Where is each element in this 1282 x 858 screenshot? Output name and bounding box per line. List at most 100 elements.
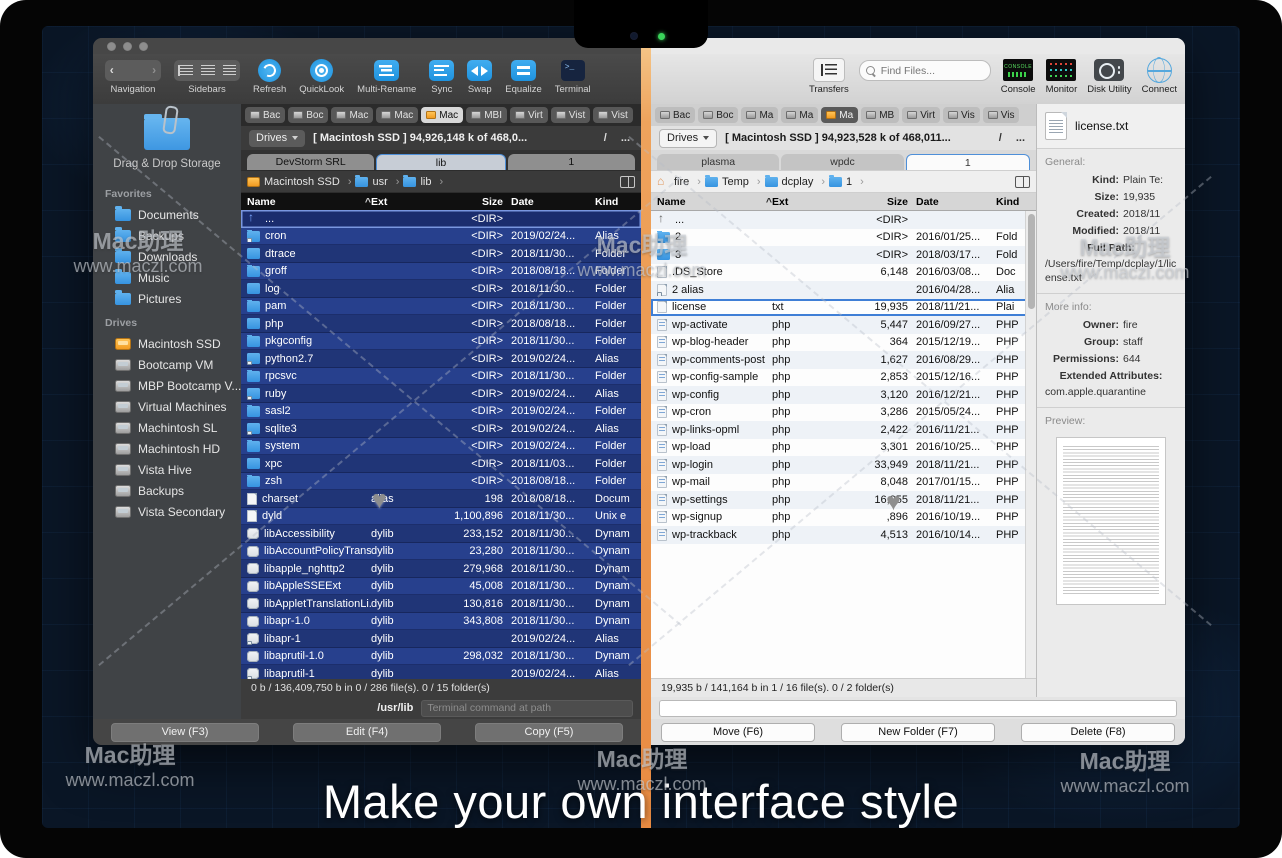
table-row[interactable]: log <DIR> 2018/11/30... Folder bbox=[241, 280, 641, 298]
drive-tab[interactable]: MBI bbox=[466, 107, 507, 123]
drive-tab[interactable]: Boc bbox=[698, 107, 738, 123]
breadcrumb-item[interactable]: 1 › bbox=[829, 176, 864, 188]
folder-tab[interactable]: 1 bbox=[906, 154, 1030, 170]
table-row[interactable]: libAccessibility dylib 233,152 2018/11/3… bbox=[241, 525, 641, 543]
table-row[interactable]: wp-signup php ,896 2016/10/19... PHP bbox=[651, 509, 1036, 527]
table-row[interactable]: wp-config php 3,120 2016/12/21... PHP bbox=[651, 386, 1036, 404]
copy-button[interactable]: Copy (F5) bbox=[475, 723, 623, 742]
sidebar-item[interactable]: MBP Bootcamp V... bbox=[93, 375, 241, 396]
quicklook-button[interactable]: QuickLook bbox=[299, 58, 344, 95]
table-row[interactable]: 3 <DIR> 2018/03/17... Fold bbox=[651, 246, 1036, 264]
table-row[interactable]: libAccountPolicyTrans... dylib 23,280 20… bbox=[241, 543, 641, 561]
drive-tab[interactable]: Mac bbox=[331, 107, 373, 123]
sidebar-item[interactable]: Machintosh HD bbox=[93, 438, 241, 459]
column-size[interactable]: Size bbox=[427, 196, 511, 208]
table-row[interactable]: cron <DIR> 2019/02/24... Alias bbox=[241, 228, 641, 246]
minimize-window-icon[interactable] bbox=[123, 42, 132, 51]
table-row[interactable]: wp-config-sample php 2,853 2015/12/16...… bbox=[651, 369, 1036, 387]
root-button[interactable]: / bbox=[601, 132, 610, 144]
breadcrumb-item[interactable]: fire › bbox=[657, 176, 701, 188]
table-row[interactable]: libAppleSSEExt dylib 45,008 2018/11/30..… bbox=[241, 578, 641, 596]
sidebar-item[interactable]: Bootcamp VM bbox=[93, 354, 241, 375]
connect-button[interactable]: Connect bbox=[1142, 58, 1177, 95]
drive-tab[interactable]: Vist bbox=[593, 107, 633, 123]
sync-button[interactable]: Sync bbox=[429, 58, 454, 95]
table-row[interactable]: xpc <DIR> 2018/11/03... Folder bbox=[241, 455, 641, 473]
column-size[interactable]: Size bbox=[824, 196, 916, 208]
table-row[interactable]: libaprutil-1 dylib 2019/02/24... Alias bbox=[241, 665, 641, 679]
table-row[interactable]: libapr-1.0 dylib 343,808 2018/11/30... D… bbox=[241, 613, 641, 631]
column-date[interactable]: Date bbox=[916, 196, 996, 208]
table-row[interactable]: dyld 1,100,896 2018/11/30... Unix e bbox=[241, 508, 641, 526]
swap-button[interactable]: Swap bbox=[467, 58, 492, 95]
table-row[interactable]: license txt 19,935 2018/11/21... Plai bbox=[651, 299, 1036, 317]
disk-utility-button[interactable]: Disk Utility bbox=[1087, 58, 1131, 95]
sidebar-item[interactable]: Backups bbox=[93, 480, 241, 501]
column-kind[interactable]: Kind bbox=[595, 196, 637, 208]
find-files-field[interactable] bbox=[859, 60, 991, 81]
zoom-window-icon[interactable] bbox=[139, 42, 148, 51]
table-row[interactable]: libAppletTranslationLi... dylib 130,816 … bbox=[241, 595, 641, 613]
table-row[interactable]: wp-activate php 5,447 2016/09/27... PHP bbox=[651, 316, 1036, 334]
left-list-header[interactable]: Name^ Ext Size Date Kind bbox=[241, 193, 641, 210]
table-row[interactable]: ruby <DIR> 2019/02/24... Alias bbox=[241, 385, 641, 403]
new-folder-button[interactable]: New Folder (F7) bbox=[841, 723, 995, 742]
breadcrumb-item[interactable]: usr › bbox=[355, 176, 399, 188]
table-row[interactable]: dtrace <DIR> 2018/11/30... Folder bbox=[241, 245, 641, 263]
table-row[interactable]: wp-cron php 3,286 2015/05/24... PHP bbox=[651, 404, 1036, 422]
sidebars-buttons[interactable]: Sidebars bbox=[174, 58, 240, 95]
column-name[interactable]: Name bbox=[247, 196, 276, 208]
drive-tab[interactable]: Virt bbox=[510, 107, 548, 123]
sidebar-item[interactable]: Backups bbox=[93, 225, 241, 246]
drive-tab[interactable]: Bac bbox=[245, 107, 285, 123]
monitor-button[interactable]: Monitor bbox=[1046, 58, 1078, 95]
sidebar-item[interactable]: Virtual Machines bbox=[93, 396, 241, 417]
column-kind[interactable]: Kind bbox=[996, 196, 1024, 208]
move-button[interactable]: Move (F6) bbox=[661, 723, 815, 742]
sidebar-item[interactable]: Vista Hive bbox=[93, 459, 241, 480]
table-row[interactable]: system <DIR> 2019/02/24... Folder bbox=[241, 438, 641, 456]
drive-tab[interactable]: Bac bbox=[655, 107, 695, 123]
table-row[interactable]: ... <DIR> bbox=[241, 210, 641, 228]
command-input[interactable] bbox=[659, 700, 1177, 717]
drive-tab[interactable]: Vist bbox=[551, 107, 591, 123]
equalize-button[interactable]: Equalize bbox=[505, 58, 541, 95]
left-file-list[interactable]: ... <DIR> cron bbox=[241, 210, 641, 679]
table-row[interactable]: rpcsvc <DIR> 2018/11/30... Folder bbox=[241, 368, 641, 386]
drive-tab[interactable]: Vis bbox=[943, 107, 980, 123]
right-list-header[interactable]: Name^ Ext Size Date Kind bbox=[651, 193, 1036, 211]
table-row[interactable]: ... <DIR> bbox=[651, 211, 1036, 229]
drive-tab[interactable]: Ma bbox=[781, 107, 818, 123]
scrollbar[interactable] bbox=[1025, 211, 1036, 678]
delete-button[interactable]: Delete (F8) bbox=[1021, 723, 1175, 742]
table-row[interactable]: zsh <DIR> 2018/08/18... Folder bbox=[241, 473, 641, 491]
sidebar-item[interactable]: Macintosh SSD bbox=[93, 333, 241, 354]
reading-list-icon[interactable] bbox=[1015, 176, 1030, 188]
table-row[interactable]: wp-trackback php 4,513 2016/10/14... PHP bbox=[651, 526, 1036, 544]
find-files-input[interactable] bbox=[879, 64, 984, 78]
view-button[interactable]: View (F3) bbox=[111, 723, 259, 742]
folder-tab[interactable]: wpdc bbox=[781, 154, 903, 170]
console-button[interactable]: Console bbox=[1001, 58, 1036, 95]
table-row[interactable]: wp-mail php 8,048 2017/01/15... PHP bbox=[651, 474, 1036, 492]
reading-list-icon[interactable] bbox=[620, 176, 635, 188]
table-row[interactable]: wp-comments-post php 1,627 2016/08/29...… bbox=[651, 351, 1036, 369]
table-row[interactable]: wp-settings php 16,255 2018/11/21... PHP bbox=[651, 491, 1036, 509]
root-button[interactable]: / bbox=[996, 132, 1005, 144]
sidebar-item[interactable]: Vista Secondary bbox=[93, 501, 241, 522]
sidebar-item[interactable]: Music bbox=[93, 267, 241, 288]
table-row[interactable]: sasl2 <DIR> 2019/02/24... Folder bbox=[241, 403, 641, 421]
table-row[interactable]: charset alias 198 2018/08/18... Docum bbox=[241, 490, 641, 508]
drag-drop-storage[interactable]: Drag & Drop Storage bbox=[93, 110, 241, 180]
table-row[interactable]: python2.7 <DIR> 2019/02/24... Alias bbox=[241, 350, 641, 368]
breadcrumb-item[interactable]: lib › bbox=[403, 176, 443, 188]
folder-tab[interactable]: plasma bbox=[657, 154, 779, 170]
table-row[interactable]: groff <DIR> 2018/08/18... Folder bbox=[241, 263, 641, 281]
table-row[interactable]: wp-links-opml php 2,422 2016/11/21... PH… bbox=[651, 421, 1036, 439]
refresh-button[interactable]: Refresh bbox=[253, 58, 286, 95]
table-row[interactable]: wp-login php 33,949 2018/11/21... PHP bbox=[651, 456, 1036, 474]
scrollbar-thumb[interactable] bbox=[1028, 214, 1035, 309]
folder-tab[interactable]: DevStorm SRL bbox=[247, 154, 374, 170]
column-ext[interactable]: Ext bbox=[371, 196, 427, 208]
table-row[interactable]: wp-load php 3,301 2016/10/25... PHP bbox=[651, 439, 1036, 457]
